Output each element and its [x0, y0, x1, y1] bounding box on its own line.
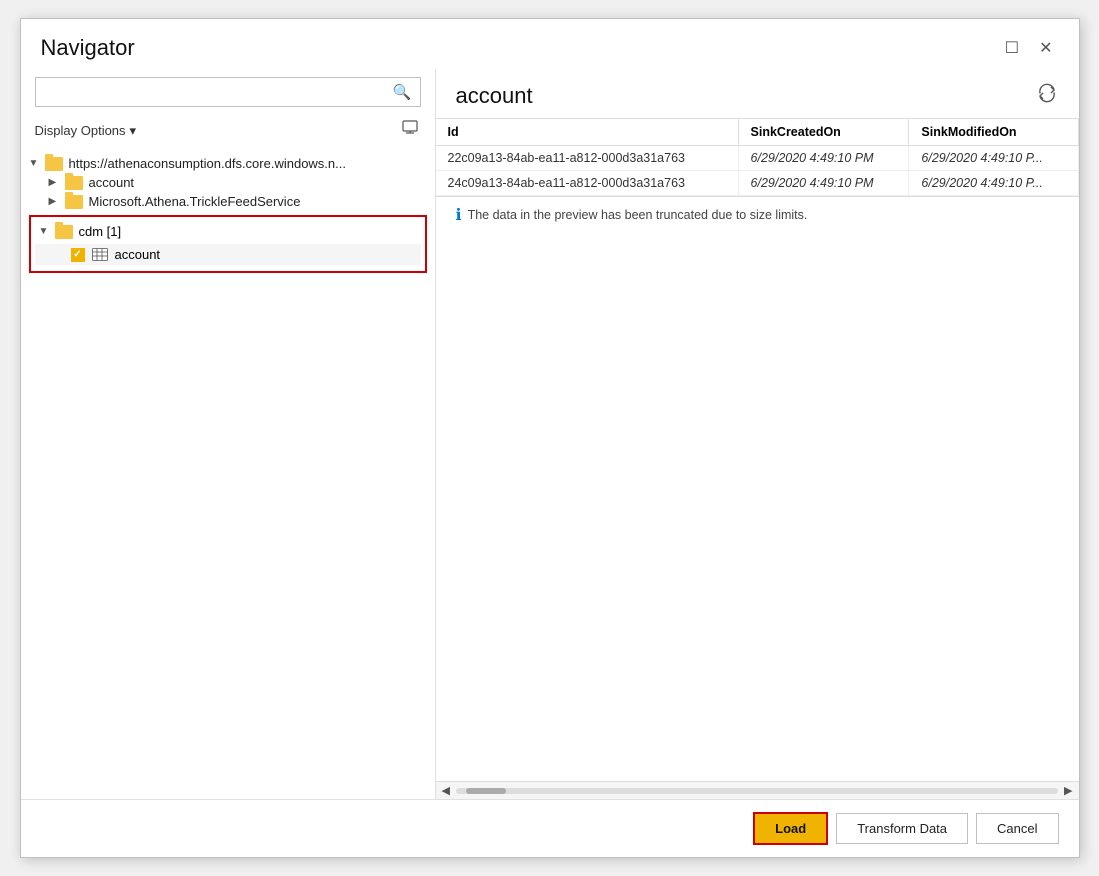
cell-id-2: 24c09a13-84ab-ea11-a812-000d3a31a763 [436, 171, 739, 196]
account-folder-icon [65, 176, 83, 190]
cdm-account-item[interactable]: account [35, 244, 421, 265]
right-header: account [436, 69, 1079, 118]
tree-account-item[interactable]: ▶ account [21, 173, 435, 192]
root-folder-icon [45, 157, 63, 171]
cell-created-1: 6/29/2020 4:49:10 PM [738, 146, 909, 171]
display-options-bar: Display Options ▾ [21, 115, 435, 150]
transform-data-button[interactable]: Transform Data [836, 813, 968, 844]
scroll-track[interactable] [456, 788, 1058, 794]
search-icon: 🔍 [385, 78, 420, 106]
navigator-dialog: Navigator ☐ ✕ 🔍 Display Options ▾ [20, 18, 1080, 858]
table-row[interactable]: 24c09a13-84ab-ea11-a812-000d3a31a763 6/2… [436, 171, 1079, 196]
cell-modified-2: 6/29/2020 4:49:10 P... [909, 171, 1078, 196]
col-sink-created: SinkCreatedOn [738, 119, 909, 146]
tree-root-item[interactable]: ▼ https://athenaconsumption.dfs.core.win… [21, 154, 435, 173]
account-table-icon [91, 248, 109, 262]
title-bar: Navigator ☐ ✕ [21, 19, 1079, 69]
athena-label: Microsoft.Athena.TrickleFeedService [89, 194, 301, 209]
horizontal-scrollbar[interactable]: ◀ ▶ [436, 781, 1079, 799]
dialog-title: Navigator [41, 35, 135, 61]
close-button[interactable]: ✕ [1033, 36, 1058, 60]
athena-expand-arrow: ▶ [49, 196, 65, 207]
left-panel: 🔍 Display Options ▾ [21, 69, 436, 799]
cdm-label: cdm [1] [79, 224, 122, 239]
account-label: account [89, 175, 135, 190]
scroll-right-arrow[interactable]: ▶ [1062, 784, 1074, 797]
account-checkbox[interactable] [71, 248, 85, 262]
root-collapse-arrow: ▼ [29, 158, 45, 169]
tree-area: ▼ https://athenaconsumption.dfs.core.win… [21, 150, 435, 799]
cell-id-1: 22c09a13-84ab-ea11-a812-000d3a31a763 [436, 146, 739, 171]
cell-created-2: 6/29/2020 4:49:10 PM [738, 171, 909, 196]
scroll-thumb[interactable] [466, 788, 506, 794]
main-content: 🔍 Display Options ▾ [21, 69, 1079, 799]
cdm-group: ▼ cdm [1] [29, 215, 427, 273]
info-icon: ℹ [456, 205, 462, 225]
cdm-account-label: account [115, 247, 161, 262]
display-options-label-text: Display Options [35, 123, 126, 138]
table-header-row: Id SinkCreatedOn SinkModifiedOn [436, 119, 1079, 146]
account-expand-arrow: ▶ [49, 177, 65, 188]
info-bar: ℹ The data in the preview has been trunc… [436, 197, 1079, 233]
table-row[interactable]: 22c09a13-84ab-ea11-a812-000d3a31a763 6/2… [436, 146, 1079, 171]
scroll-left-arrow[interactable]: ◀ [440, 784, 452, 797]
right-spacer [436, 233, 1079, 781]
cell-modified-1: 6/29/2020 4:49:10 P... [909, 146, 1078, 171]
display-options-button[interactable]: Display Options ▾ [35, 123, 137, 139]
data-table: Id SinkCreatedOn SinkModifiedOn 22c09a13… [436, 119, 1079, 196]
footer: Load Transform Data Cancel [21, 799, 1079, 857]
info-text: The data in the preview has been truncat… [468, 208, 808, 222]
col-sink-modified: SinkModifiedOn [909, 119, 1078, 146]
cdm-expand-arrow: ▼ [39, 226, 55, 237]
cancel-button[interactable]: Cancel [976, 813, 1058, 844]
col-id: Id [436, 119, 739, 146]
search-input[interactable] [36, 80, 385, 105]
cdm-header[interactable]: ▼ cdm [1] [31, 221, 425, 242]
right-header-icon-button[interactable] [1035, 81, 1059, 110]
load-button[interactable]: Load [753, 812, 828, 845]
right-title: account [456, 83, 533, 109]
data-table-wrapper: Id SinkCreatedOn SinkModifiedOn 22c09a13… [436, 118, 1079, 197]
search-bar: 🔍 [35, 77, 421, 107]
tree-athena-item[interactable]: ▶ Microsoft.Athena.TrickleFeedService [21, 192, 435, 211]
minimize-button[interactable]: ☐ [999, 36, 1025, 60]
right-panel: account Id SinkCreatedOn [436, 69, 1079, 799]
display-options-arrow: ▾ [130, 123, 137, 139]
cdm-folder-icon [55, 225, 73, 239]
window-controls: ☐ ✕ [999, 36, 1059, 60]
left-panel-action-button[interactable] [399, 117, 421, 144]
athena-folder-icon [65, 195, 83, 209]
root-label: https://athenaconsumption.dfs.core.windo… [69, 156, 347, 171]
